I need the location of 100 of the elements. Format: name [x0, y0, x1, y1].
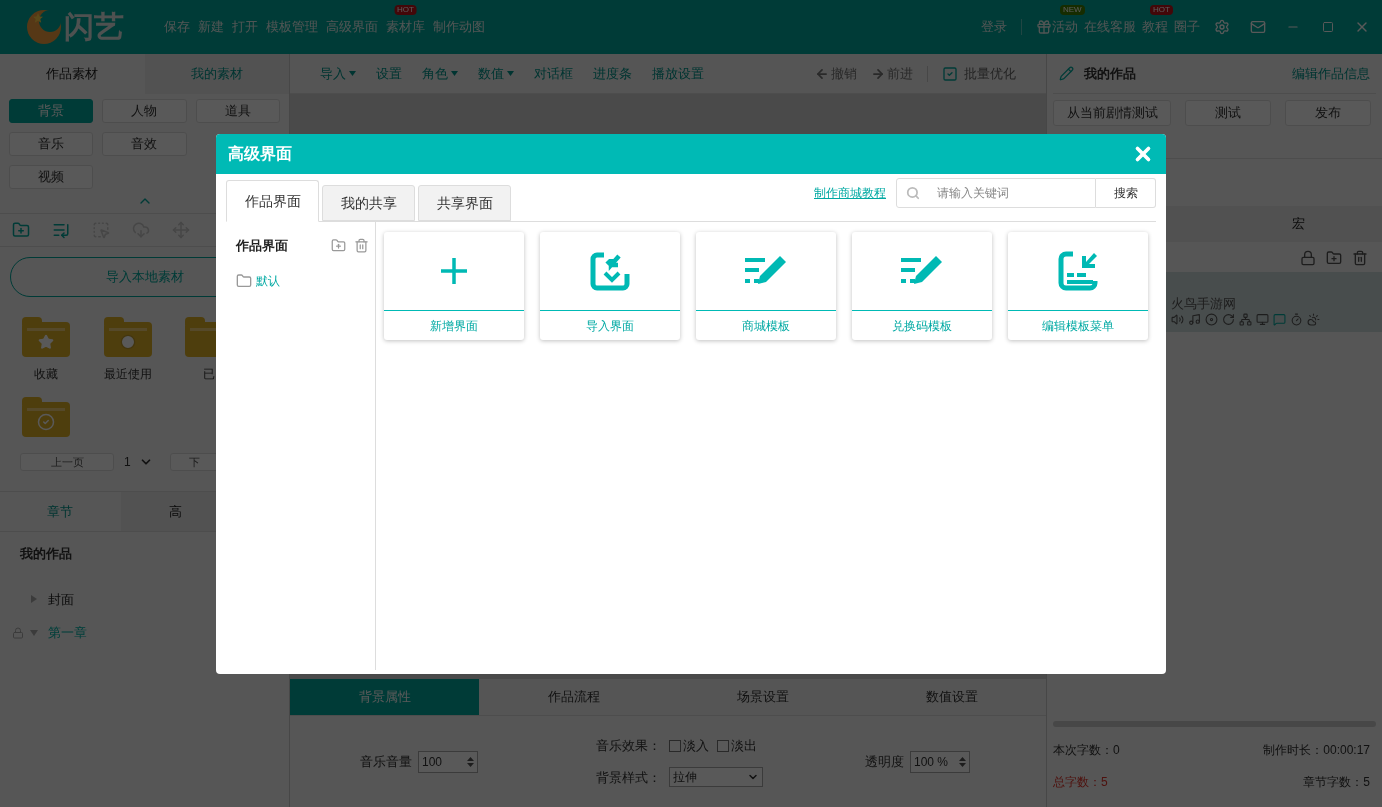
moon-logo-icon [26, 9, 62, 45]
header-link[interactable]: 在线客服 [1084, 17, 1136, 37]
login-link[interactable]: 登录 [981, 17, 1007, 37]
template-card[interactable]: 兑换码模板 [852, 232, 992, 340]
work-title: 我的作品 [20, 546, 72, 561]
lock-icon[interactable] [1300, 250, 1316, 266]
checkbox-stack-icon [942, 65, 958, 82]
search-button[interactable]: 搜索 [1096, 178, 1156, 208]
monitor-icon[interactable] [1256, 313, 1269, 326]
list-icon[interactable] [52, 221, 70, 239]
property-tab[interactable]: 背景属性 [290, 679, 479, 715]
category-button[interactable]: 人物 [102, 99, 187, 123]
header-link[interactable]: 活动 [1052, 17, 1078, 37]
chat-bubble-icon[interactable] [1273, 313, 1286, 326]
folder-label: 最近使用 [103, 366, 152, 383]
category-button[interactable]: 音效 [102, 132, 187, 156]
header-link[interactable]: 教程 [1142, 17, 1168, 37]
maximize-icon[interactable] [1322, 21, 1334, 33]
panel-tab[interactable]: 章节 [0, 492, 121, 531]
stat-text: 本次字数：0 [1053, 742, 1121, 759]
spinner-arrows-icon [959, 755, 966, 768]
template-card[interactable]: 商城模板 [696, 232, 836, 340]
spinner-arrows-icon [467, 755, 474, 768]
stat-text: 总字数：5 [1053, 774, 1109, 791]
volume-spinner[interactable]: 100 [418, 750, 478, 773]
edit-info-link[interactable]: 编辑作品信息 [1292, 63, 1370, 84]
toolbar-item[interactable]: 角色 [422, 63, 458, 84]
weather-icon[interactable] [1307, 313, 1320, 326]
panel-tab[interactable]: 宏 [1214, 206, 1382, 242]
style-label: 背景样式： [596, 768, 661, 787]
trash-icon[interactable] [354, 238, 369, 254]
category-button[interactable]: 视频 [9, 165, 94, 189]
logo-text: 闪艺 [64, 12, 124, 42]
caret-icon [451, 71, 458, 76]
category-button[interactable]: 音乐 [9, 132, 94, 156]
plus-icon [439, 256, 469, 286]
list-pen-icon [744, 255, 788, 287]
toolbar-item[interactable]: 导入 [320, 63, 356, 84]
settings-icon[interactable] [1214, 19, 1230, 35]
disc-icon[interactable] [1205, 313, 1218, 326]
folder-plus-icon[interactable] [331, 238, 346, 254]
opacity-spinner[interactable]: 100 % [910, 750, 970, 773]
mail-icon[interactable] [1250, 19, 1266, 35]
menu-item[interactable]: 新建 [198, 17, 224, 37]
category-button[interactable]: 背景 [9, 99, 94, 123]
menu-item[interactable]: 高级界面 [326, 17, 378, 37]
menu-item[interactable]: 保存 [164, 17, 190, 37]
import-tray-icon [590, 251, 630, 291]
folder-label: 已 [203, 366, 216, 383]
expanded-triangle-icon[interactable] [30, 628, 38, 637]
stat-text: 章节字数：5 [1302, 774, 1371, 791]
template-card[interactable]: 导入界面 [540, 232, 680, 340]
menu-item[interactable]: 素材库 [386, 17, 425, 37]
speaker-icon[interactable] [1171, 313, 1184, 326]
gift-icon[interactable] [1036, 19, 1052, 35]
style-select[interactable]: 拉伸 [669, 767, 763, 788]
tree-item[interactable]: 封面 [48, 589, 74, 609]
panel-tab[interactable]: 我的素材 [144, 54, 289, 94]
property-tab[interactable]: 作品流程 [479, 679, 668, 715]
rotate-icon[interactable] [1222, 313, 1235, 326]
tray-arrow-icon [1058, 251, 1098, 291]
menu-item[interactable]: 打开 [232, 17, 258, 37]
dialog-tab[interactable]: 共享界面 [418, 185, 511, 221]
toolbar-item[interactable]: 对话框 [534, 63, 573, 84]
search-icon [906, 186, 920, 200]
dialog-tab[interactable]: 作品界面 [226, 180, 319, 222]
action-button[interactable]: 从当前剧情测试 [1053, 100, 1171, 126]
toolbar-item[interactable]: 设置 [376, 63, 402, 84]
property-tab[interactable]: 场景设置 [668, 679, 857, 715]
toolbar-item[interactable]: 进度条 [593, 63, 632, 84]
timer-icon[interactable] [1290, 313, 1303, 326]
template-card[interactable]: 编辑模板菜单 [1008, 232, 1148, 340]
menu-item[interactable]: 制作动图 [433, 17, 485, 37]
menu-item[interactable]: 模板管理 [266, 17, 318, 37]
folder-item[interactable]: 默认 [226, 271, 280, 290]
action-button[interactable]: 测试 [1185, 100, 1271, 126]
folder-plus-icon[interactable] [1326, 250, 1342, 266]
list-pen-icon [900, 255, 944, 287]
checkbox-label: 淡出 [731, 736, 757, 755]
property-tab[interactable]: 数值设置 [857, 679, 1046, 715]
collapsed-triangle-icon[interactable] [30, 595, 38, 604]
arrow-right-icon [871, 66, 885, 81]
checkbox[interactable] [717, 739, 729, 752]
category-button[interactable]: 道具 [195, 99, 280, 123]
trash-icon[interactable] [1352, 250, 1368, 266]
template-card[interactable]: 新增界面 [384, 232, 524, 340]
arrow-left-icon [815, 66, 829, 81]
checkbox[interactable] [669, 739, 681, 752]
search-field[interactable]: 请输入关键词 [896, 178, 1096, 208]
music-note-icon[interactable] [1188, 313, 1201, 326]
page-select[interactable]: 1 [124, 453, 160, 471]
action-button[interactable]: 发布 [1285, 100, 1371, 126]
header-link[interactable]: 圈子 [1174, 17, 1200, 37]
toolbar-item[interactable]: 数值 [478, 63, 514, 84]
toolbar-item[interactable]: 播放设置 [652, 63, 704, 84]
panel-title: 我的作品 [1084, 64, 1136, 83]
dialog-tab[interactable]: 我的共享 [322, 185, 415, 221]
network-icon[interactable] [1239, 313, 1252, 326]
folder-plus-icon[interactable] [12, 221, 30, 239]
tutorial-link[interactable]: 制作商城教程 [814, 184, 886, 202]
